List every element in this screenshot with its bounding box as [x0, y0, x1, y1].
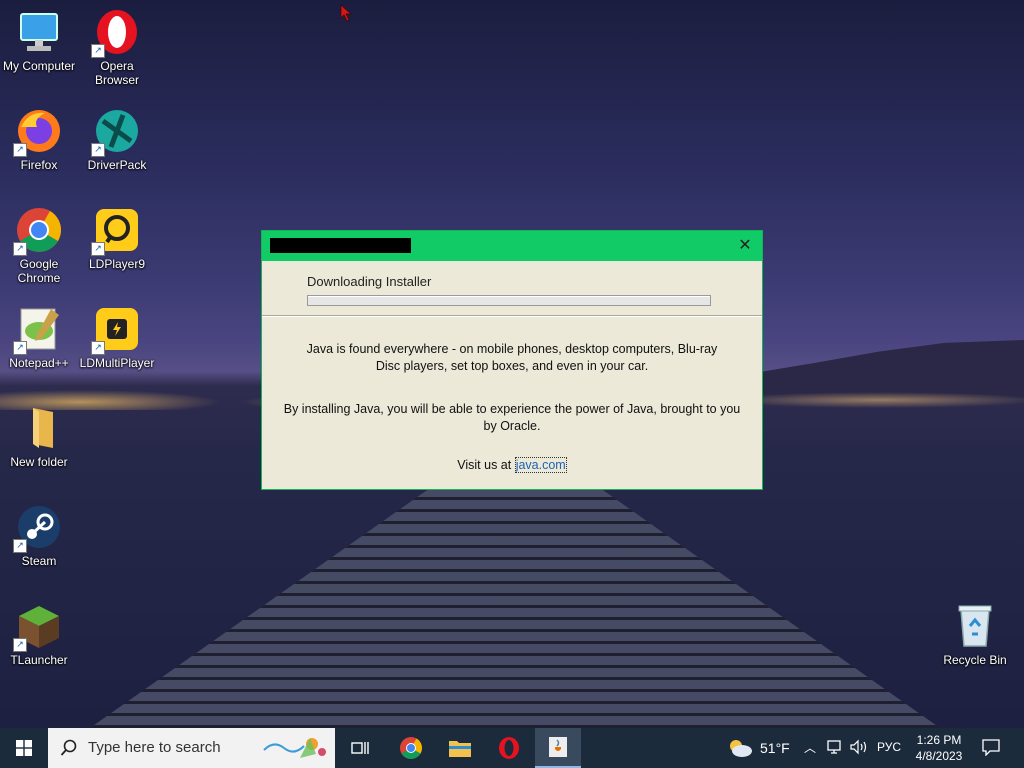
java-installer-dialog: ✕ Downloading Installer Java is found ev… [261, 230, 763, 490]
dialog-divider [262, 315, 762, 317]
network-icon [827, 740, 841, 754]
windows-logo-icon [16, 740, 32, 756]
network-button[interactable] [826, 739, 844, 758]
java-com-link[interactable]: java.com [514, 457, 567, 473]
desktop-icon-ldmultiplayer[interactable]: ↗ LDMultiPlayer [78, 305, 156, 370]
opera-icon [499, 737, 519, 759]
desktop-icon-notepad-plus-plus[interactable]: ↗ Notepad++ [0, 305, 78, 370]
desktop: My Computer ↗ Opera Browser ↗ Firefox ↗ … [0, 0, 1024, 728]
desktop-icon-steam[interactable]: ↗ Steam [0, 503, 78, 568]
task-view-icon [351, 742, 369, 754]
shortcut-arrow-icon: ↗ [13, 539, 27, 553]
task-view-button[interactable] [342, 728, 378, 768]
chevron-up-icon: ︿ [804, 741, 817, 755]
desktop-icon-firefox[interactable]: ↗ Firefox [0, 107, 78, 172]
ldplayer-icon: ↗ [91, 206, 141, 256]
taskbar-opera-button[interactable] [490, 728, 526, 768]
desktop-icon-label: Notepad++ [9, 356, 69, 370]
taskbar-search-box[interactable]: Type here to search [48, 728, 335, 768]
download-progress-bar [307, 295, 711, 306]
desktop-icon-label: LDPlayer9 [88, 257, 146, 271]
chrome-icon: ↗ [13, 206, 63, 256]
desktop-icon-label: Firefox [20, 158, 58, 172]
desktop-icon-label: New folder [10, 455, 68, 469]
shortcut-arrow-icon: ↗ [91, 341, 105, 355]
speaker-icon [850, 739, 867, 755]
download-status-text: Downloading Installer [307, 274, 432, 289]
desktop-icon-label: Recycle Bin [943, 653, 1007, 667]
file-explorer-icon [449, 741, 471, 757]
desktop-icon-driverpack[interactable]: ↗ DriverPack [78, 107, 156, 172]
partly-cloudy-icon [730, 740, 752, 757]
steam-icon: ↗ [13, 503, 63, 553]
search-highlight-doodle-icon [263, 738, 326, 758]
firefox-icon: ↗ [13, 107, 63, 157]
visit-prefix: Visit us at [457, 458, 515, 472]
shortcut-arrow-icon: ↗ [13, 638, 27, 652]
notepad-plus-plus-icon: ↗ [13, 305, 63, 355]
pier-background [90, 488, 940, 728]
shortcut-arrow-icon: ↗ [91, 242, 105, 256]
desktop-icon-label: LDMultiPlayer [79, 356, 155, 370]
close-icon: ✕ [738, 237, 752, 254]
clock-date: 4/8/2023 [915, 749, 963, 763]
notifications-button[interactable] [982, 738, 1000, 759]
language-indicator[interactable]: РУС [877, 740, 901, 754]
visit-line: Visit us at java.com [262, 457, 762, 474]
taskbar-chrome-button[interactable] [392, 728, 428, 768]
taskbar-java-installer-button[interactable] [535, 728, 581, 768]
mouse-cursor-icon [340, 4, 352, 22]
desktop-icon-ldplayer9[interactable]: ↗ LDPlayer9 [78, 206, 156, 271]
desktop-icon-my-computer[interactable]: My Computer [0, 8, 78, 73]
driverpack-icon: ↗ [91, 107, 141, 157]
taskbar-file-explorer-button[interactable] [441, 728, 477, 768]
clock-time: 1:26 PM [916, 733, 962, 747]
volume-button[interactable] [849, 739, 869, 758]
desktop-icon-recycle-bin[interactable]: Recycle Bin [936, 602, 1014, 667]
shortcut-arrow-icon: ↗ [91, 44, 105, 58]
desktop-icon-label: Opera Browser [94, 59, 139, 87]
desktop-icon-opera-browser[interactable]: ↗ Opera Browser [78, 8, 156, 87]
search-placeholder: Type here to search [88, 739, 221, 756]
redacted-title [270, 238, 411, 253]
clock[interactable]: 1:26 PM 4/8/2023 [910, 732, 968, 764]
shortcut-arrow-icon: ↗ [13, 143, 27, 157]
taskbar: Type here to search 51°F ︿ РУС 1:26 PM 4… [0, 728, 1024, 768]
desktop-icon-google-chrome[interactable]: ↗ Google Chrome [0, 206, 78, 285]
close-button[interactable]: ✕ [734, 235, 756, 257]
java-info-paragraph: Java is found everywhere - on mobile pho… [306, 342, 718, 373]
tlauncher-icon: ↗ [13, 602, 63, 652]
search-icon [60, 739, 77, 756]
shortcut-arrow-icon: ↗ [13, 242, 27, 256]
desktop-icon-label: My Computer [2, 59, 76, 73]
desktop-icon-label: Steam [21, 554, 57, 568]
dialog-titlebar[interactable]: ✕ [262, 231, 762, 261]
folder-icon [15, 404, 63, 452]
show-hidden-icons-button[interactable]: ︿ [804, 739, 816, 756]
desktop-icon-label: TLauncher [10, 653, 68, 667]
recycle-bin-icon [951, 602, 999, 650]
desktop-icon-label: DriverPack [87, 158, 147, 172]
shortcut-arrow-icon: ↗ [91, 143, 105, 157]
chrome-icon [400, 737, 422, 759]
ldmultiplayer-icon: ↗ [91, 305, 141, 355]
notification-icon [982, 739, 1000, 757]
opera-icon: ↗ [91, 8, 141, 58]
shortcut-arrow-icon: ↗ [13, 341, 27, 355]
monitor-icon [15, 8, 63, 56]
oracle-info-paragraph: By installing Java, you will be able to … [283, 402, 741, 433]
desktop-icon-label: Google Chrome [17, 257, 61, 285]
java-installer-icon [549, 737, 567, 757]
start-button[interactable] [0, 728, 48, 768]
desktop-icon-tlauncher[interactable]: ↗ TLauncher [0, 602, 78, 667]
desktop-icon-new-folder[interactable]: New folder [0, 404, 78, 469]
weather-temperature: 51°F [760, 740, 790, 756]
